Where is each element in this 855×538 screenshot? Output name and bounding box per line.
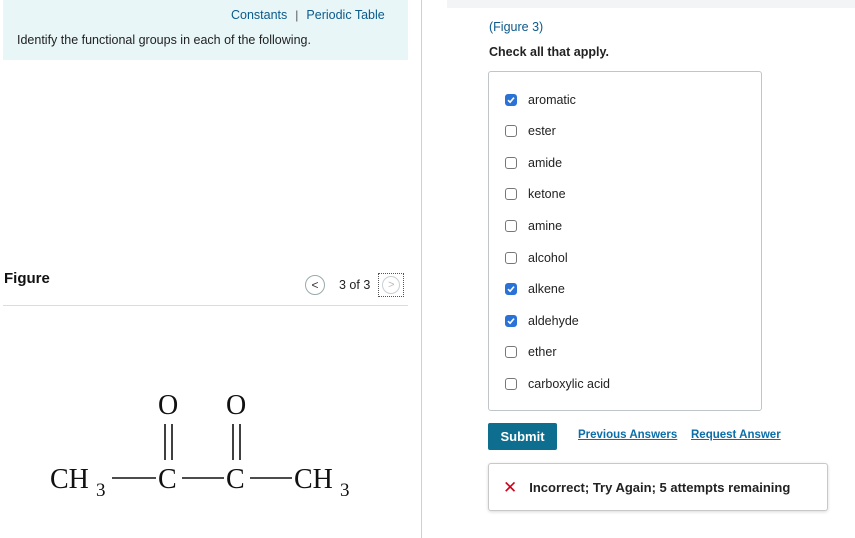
option-ether[interactable]: ether <box>505 345 557 359</box>
option-aldehyde[interactable]: aldehyde <box>505 314 579 328</box>
chevron-left-icon: < <box>311 278 319 292</box>
chevron-right-icon: > <box>388 279 395 291</box>
checkbox[interactable] <box>505 378 517 390</box>
panel-divider <box>421 0 422 538</box>
close-icon: ✕ <box>503 477 518 497</box>
figure-divider <box>3 305 408 306</box>
pager-count: 3 of 3 <box>339 278 371 292</box>
option-alcohol[interactable]: alcohol <box>505 251 568 265</box>
option-label: amide <box>528 156 563 170</box>
figure-3-link[interactable]: (Figure 3) <box>489 20 543 34</box>
link-separator: | <box>295 8 299 22</box>
previous-answers-link[interactable]: Previous Answers <box>578 429 677 441</box>
option-label: aldehyde <box>528 314 579 328</box>
ch3-left-subscript: 3 <box>96 480 106 501</box>
check-icon <box>507 318 515 325</box>
checkbox[interactable] <box>505 157 517 169</box>
option-label: carboxylic acid <box>528 377 610 391</box>
info-box: Constants | Periodic Table Identify the … <box>3 0 408 60</box>
carbon-1-label: C <box>158 464 177 495</box>
check-icon <box>507 286 515 293</box>
option-ketone[interactable]: ketone <box>505 187 566 201</box>
ch3-right-label: CH <box>294 464 333 495</box>
carbon-2-label: C <box>226 464 245 495</box>
question-text: Identify the functional groups in each o… <box>17 33 311 47</box>
checkbox[interactable] <box>505 94 517 106</box>
option-label: alcohol <box>528 251 568 265</box>
option-label: ester <box>528 124 556 138</box>
feedback-box: ✕ Incorrect; Try Again; 5 attempts remai… <box>488 463 828 511</box>
checkbox[interactable] <box>505 252 517 264</box>
check-icon <box>507 97 515 104</box>
checkbox[interactable] <box>505 220 517 232</box>
option-alkene[interactable]: alkene <box>505 282 565 296</box>
checkbox[interactable] <box>505 315 517 327</box>
request-answer-link[interactable]: Request Answer <box>691 429 781 441</box>
checkbox[interactable] <box>505 188 517 200</box>
checkbox[interactable] <box>505 125 517 137</box>
option-aromatic[interactable]: aromatic <box>505 93 576 107</box>
option-ester[interactable]: ester <box>505 124 556 138</box>
periodic-table-link[interactable]: Periodic Table <box>306 8 384 22</box>
option-amine[interactable]: amine <box>505 219 562 233</box>
ch3-left-label: CH <box>50 464 89 495</box>
oxygen-1-label: O <box>158 390 178 421</box>
figure-pager: < 3 of 3 > <box>305 273 405 297</box>
prev-figure-button[interactable]: < <box>305 275 325 295</box>
option-label: ether <box>528 345 557 359</box>
molecule-structure: O O CH 3 C C CH 3 <box>50 390 350 501</box>
option-label: amine <box>528 219 563 233</box>
feedback-text: Incorrect; Try Again; 5 attempts remaini… <box>529 479 791 495</box>
instruction-text: Check all that apply. <box>489 45 609 59</box>
checkbox[interactable] <box>505 346 517 358</box>
option-label: alkene <box>528 282 565 296</box>
options-box: aromatic ester amide ketone amine alcoho… <box>488 71 762 411</box>
submit-button[interactable]: Submit <box>488 423 557 450</box>
figure-label: Figure <box>4 270 50 287</box>
top-strip <box>447 0 855 8</box>
option-label: aromatic <box>528 93 576 107</box>
option-carboxylic-acid[interactable]: carboxylic acid <box>505 377 610 391</box>
oxygen-2-label: O <box>226 390 246 421</box>
ch3-right-subscript: 3 <box>340 480 350 501</box>
next-figure-button[interactable]: > <box>378 273 405 297</box>
option-label: ketone <box>528 187 566 201</box>
option-amide[interactable]: amide <box>505 156 562 170</box>
constants-link[interactable]: Constants <box>231 8 287 22</box>
checkbox[interactable] <box>505 283 517 295</box>
top-links: Constants | Periodic Table <box>231 8 385 22</box>
